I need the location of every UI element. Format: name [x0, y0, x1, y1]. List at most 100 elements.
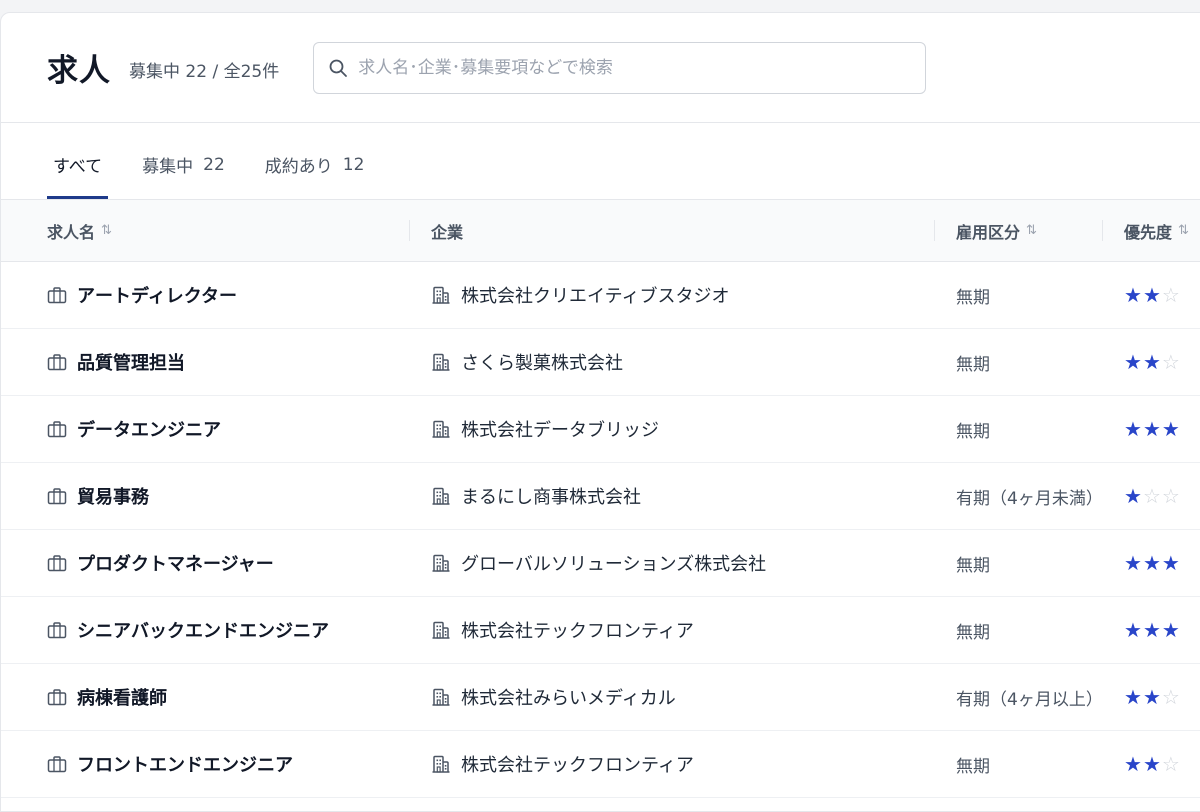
column-header-company: 企業: [409, 200, 934, 262]
search-icon: [329, 59, 348, 77]
star-filled-icon: ★: [1124, 618, 1142, 642]
company-cell: 株式会社みらいメディカル: [409, 663, 934, 731]
building-icon: [432, 554, 450, 572]
sort-icon[interactable]: ⇅: [101, 223, 112, 238]
priority-cell: ★ ★ ★: [1102, 529, 1200, 597]
company-cell: グローバルソリューションズ株式会社: [409, 529, 934, 597]
company-name: グローバルソリューションズ株式会社: [461, 554, 767, 575]
star-filled-icon: ★: [1161, 417, 1180, 441]
company-cell: 株式会社テックフロンティア: [409, 596, 934, 664]
employment-type: 無期: [956, 622, 990, 643]
job-title[interactable]: 病棟看護師: [77, 684, 167, 710]
briefcase-icon: [47, 689, 67, 706]
star-filled-icon: ★: [1142, 618, 1161, 642]
priority-cell: ★ ★ ★: [1102, 596, 1200, 664]
table-row[interactable]: プロダクトマネージャー グローバルソリューションズ株式会社 無期 ★ ★ ★: [1, 529, 1200, 597]
star-filled-icon: ★: [1142, 752, 1161, 776]
company-cell: さくら製菓株式会社: [409, 328, 934, 396]
job-title[interactable]: プロダクトマネージャー: [77, 550, 274, 576]
column-header-job[interactable]: 求人名 ⇅: [1, 200, 409, 262]
job-cell[interactable]: アートディレクター: [1, 261, 409, 329]
column-label: 雇用区分: [956, 222, 1021, 242]
column-header-priority[interactable]: 優先度 ⇅: [1102, 200, 1200, 262]
building-icon: [432, 420, 450, 438]
jobs-panel: 求人 募集中 22 / 全25件 すべて 募集中 22 成約あり 12: [0, 12, 1200, 812]
star-filled-icon: ★: [1161, 551, 1180, 575]
company-name: 株式会社データブリッジ: [461, 420, 659, 441]
star-empty-icon: ☆: [1142, 484, 1161, 508]
tab-open[interactable]: 募集中 22: [136, 133, 231, 199]
company-name: 株式会社クリエイティブスタジオ: [461, 286, 730, 307]
table-row[interactable]: フロントエンドエンジニア 株式会社テックフロンティア 無期 ★ ★ ☆: [1, 730, 1200, 798]
star-empty-icon: ☆: [1161, 283, 1180, 307]
priority-rating: ★ ★ ☆: [1124, 754, 1200, 774]
job-title[interactable]: フロントエンドエンジニア: [77, 751, 293, 777]
job-title[interactable]: データエンジニア: [77, 416, 221, 442]
search-input[interactable]: [358, 57, 919, 78]
briefcase-icon: [47, 287, 67, 304]
jobs-table: 求人名 ⇅ 企業 雇用区分 ⇅ 優先度 ⇅ アートディレクター 株式会社クリエイ…: [1, 200, 1200, 798]
building-icon: [432, 621, 450, 639]
tab-all[interactable]: すべて: [47, 133, 109, 199]
table-row[interactable]: 貿易事務 まるにし商事株式会社 有期（4ヶ月未満） ★ ☆ ☆: [1, 462, 1200, 530]
star-filled-icon: ★: [1161, 618, 1180, 642]
table-row[interactable]: データエンジニア 株式会社データブリッジ 無期 ★ ★ ★: [1, 395, 1200, 463]
priority-cell: ★ ☆ ☆: [1102, 462, 1200, 530]
job-title[interactable]: 貿易事務: [77, 483, 149, 509]
building-icon: [432, 688, 450, 706]
star-filled-icon: ★: [1124, 417, 1142, 441]
job-title[interactable]: アートディレクター: [77, 282, 237, 308]
table-row[interactable]: 品質管理担当 さくら製菓株式会社 無期 ★ ★ ☆: [1, 328, 1200, 396]
star-filled-icon: ★: [1142, 350, 1161, 374]
sort-icon[interactable]: ⇅: [1178, 223, 1189, 238]
job-title[interactable]: シニアバックエンドエンジニア: [77, 617, 329, 643]
star-filled-icon: ★: [1142, 417, 1161, 441]
employment-cell: 無期: [934, 529, 1102, 597]
job-cell[interactable]: 品質管理担当: [1, 328, 409, 396]
job-cell[interactable]: フロントエンドエンジニア: [1, 730, 409, 798]
briefcase-icon: [47, 756, 67, 773]
column-divider: [409, 220, 410, 241]
job-title[interactable]: 品質管理担当: [77, 349, 185, 375]
tab-label: 成約あり: [264, 157, 333, 177]
star-empty-icon: ☆: [1161, 752, 1180, 776]
company-cell: 株式会社データブリッジ: [409, 395, 934, 463]
priority-rating: ★ ★ ★: [1124, 419, 1200, 439]
building-icon: [432, 286, 450, 304]
building-icon: [432, 353, 450, 371]
tab-count: 22: [203, 154, 225, 175]
building-icon: [432, 755, 450, 773]
table-row[interactable]: アートディレクター 株式会社クリエイティブスタジオ 無期 ★ ★ ☆: [1, 261, 1200, 329]
star-empty-icon: ☆: [1161, 484, 1180, 508]
tab-contracted[interactable]: 成約あり 12: [259, 133, 371, 199]
company-name: 株式会社テックフロンティア: [461, 755, 694, 776]
column-header-employment[interactable]: 雇用区分 ⇅: [934, 200, 1102, 262]
briefcase-icon: [47, 488, 67, 505]
star-filled-icon: ★: [1124, 283, 1142, 307]
table-row[interactable]: 病棟看護師 株式会社みらいメディカル 有期（4ヶ月以上） ★ ★ ☆: [1, 663, 1200, 731]
priority-rating: ★ ★ ☆: [1124, 285, 1200, 305]
job-cell[interactable]: データエンジニア: [1, 395, 409, 463]
star-filled-icon: ★: [1124, 484, 1142, 508]
star-filled-icon: ★: [1142, 551, 1161, 575]
job-count: 募集中 22 / 全25件: [129, 62, 280, 82]
job-cell[interactable]: 貿易事務: [1, 462, 409, 530]
tab-label: 募集中: [142, 157, 194, 177]
priority-cell: ★ ★ ★: [1102, 395, 1200, 463]
column-divider: [1102, 220, 1103, 241]
briefcase-icon: [47, 354, 67, 371]
job-cell[interactable]: 病棟看護師: [1, 663, 409, 731]
job-cell[interactable]: プロダクトマネージャー: [1, 529, 409, 597]
column-label: 優先度: [1124, 222, 1173, 242]
briefcase-icon: [47, 555, 67, 572]
tab-label: すべて: [53, 157, 103, 177]
star-filled-icon: ★: [1142, 685, 1161, 709]
column-label: 求人名: [47, 222, 96, 242]
search-box[interactable]: [313, 41, 927, 94]
table-row[interactable]: シニアバックエンドエンジニア 株式会社テックフロンティア 無期 ★ ★ ★: [1, 596, 1200, 664]
sort-icon[interactable]: ⇅: [1026, 223, 1037, 238]
tab-count: 12: [342, 154, 365, 175]
job-cell[interactable]: シニアバックエンドエンジニア: [1, 596, 409, 664]
building-icon: [432, 487, 450, 505]
employment-cell: 有期（4ヶ月以上）: [934, 663, 1103, 731]
